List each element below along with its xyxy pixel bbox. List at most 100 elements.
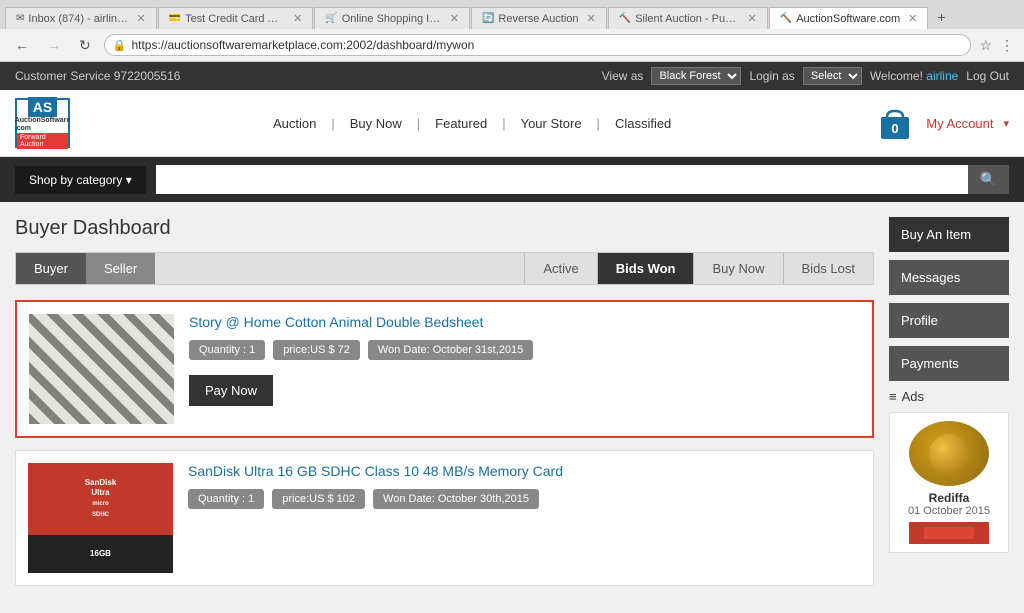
tab-buy-now[interactable]: Buy Now bbox=[693, 253, 782, 284]
tab-close-1[interactable]: ✕ bbox=[136, 12, 145, 25]
product-badges-2: Quantity : 1 price:US $ 102 Won Date: Oc… bbox=[188, 489, 861, 509]
product-info-2: SanDisk Ultra 16 GB SDHC Class 10 48 MB/… bbox=[188, 463, 861, 519]
logout-link[interactable]: Log Out bbox=[966, 69, 1009, 83]
tab-label-3: Online Shopping India ... bbox=[342, 13, 442, 25]
tab-close-3[interactable]: ✕ bbox=[450, 12, 459, 25]
browser-tab-1[interactable]: ✉ Inbox (874) - airlinenathi... ✕ bbox=[5, 7, 157, 29]
search-input[interactable] bbox=[156, 165, 968, 194]
tab-favicon-3: 🛒 bbox=[325, 13, 337, 24]
tab-label-6: AuctionSoftware.com bbox=[796, 13, 900, 25]
cart-svg: 0 bbox=[879, 105, 911, 141]
browser-tab-2[interactable]: 💳 Test Credit Card Accou... ✕ bbox=[158, 7, 314, 29]
messages-button[interactable]: Messages bbox=[889, 260, 1009, 295]
refresh-button[interactable]: ↻ bbox=[74, 35, 96, 56]
tab-favicon-4: 🔄 bbox=[482, 13, 494, 24]
view-as-select[interactable]: Black Forest bbox=[651, 67, 741, 85]
product-card-1: Story @ Home Cotton Animal Double Bedshe… bbox=[15, 300, 874, 438]
product-title-1[interactable]: Story @ Home Cotton Animal Double Bedshe… bbox=[189, 314, 860, 330]
hamburger-icon: ≡ bbox=[889, 389, 897, 404]
nav-buy-now[interactable]: Buy Now bbox=[350, 116, 402, 131]
tab-close-2[interactable]: ✕ bbox=[293, 12, 302, 25]
customer-service: Customer Service 9722005516 bbox=[15, 69, 180, 83]
tabs-bar: Buyer Seller Active Bids Won Buy Now Bid… bbox=[15, 252, 874, 285]
product-badges-1: Quantity : 1 price:US $ 72 Won Date: Oct… bbox=[189, 340, 860, 360]
nav-featured[interactable]: Featured bbox=[435, 116, 487, 131]
svg-text:0: 0 bbox=[892, 121, 899, 136]
view-as-label: View as bbox=[602, 69, 644, 83]
nav-classified[interactable]: Classified bbox=[615, 116, 671, 131]
bookmark-icon[interactable]: ☆ bbox=[979, 37, 992, 54]
tab-label-5: Silent Auction - Purchase Hi... bbox=[635, 13, 739, 25]
ads-section: ≡ Ads Rediffa 01 October 2015 bbox=[889, 389, 1009, 553]
search-submit-button[interactable]: 🔍 bbox=[968, 165, 1009, 194]
product-card-2: SanDiskUltra microSDHC 16GB SanDisk Ultr… bbox=[15, 450, 874, 586]
payments-button[interactable]: Payments bbox=[889, 346, 1009, 381]
tab-bids-lost[interactable]: Bids Lost bbox=[783, 253, 873, 284]
browser-tabs: ✉ Inbox (874) - airlinenathi... ✕ 💳 Test… bbox=[0, 0, 1024, 29]
logo-icon: AS bbox=[28, 97, 57, 117]
browser-tab-4[interactable]: 🔄 Reverse Auction ✕ bbox=[471, 7, 607, 29]
tab-close-5[interactable]: ✕ bbox=[748, 12, 757, 25]
tab-label-1: Inbox (874) - airlinenathi... bbox=[28, 13, 128, 25]
ads-card: Rediffa 01 October 2015 bbox=[889, 412, 1009, 553]
browser-tab-6[interactable]: 🔨 AuctionSoftware.com ✕ bbox=[769, 7, 929, 29]
ads-item-date: 01 October 2015 bbox=[898, 505, 1000, 517]
ads-text: Ads bbox=[902, 389, 924, 404]
main-nav: Auction| Buy Now| Featured| Your Store| … bbox=[273, 116, 671, 131]
my-account-button[interactable]: My Account bbox=[926, 116, 993, 131]
customer-service-label: Customer Service bbox=[15, 69, 110, 83]
buy-an-item-button[interactable]: Buy An Item bbox=[889, 217, 1009, 252]
login-as-select[interactable]: Select bbox=[803, 67, 862, 85]
tab-active[interactable]: Active bbox=[524, 253, 596, 284]
product-image-1 bbox=[29, 314, 174, 424]
shop-category-label: Shop by category bbox=[29, 173, 122, 187]
ads-image bbox=[909, 421, 989, 486]
tab-label-4: Reverse Auction bbox=[498, 13, 578, 25]
left-panel: Buyer Dashboard Buyer Seller Active Bids… bbox=[15, 217, 874, 598]
login-as-label: Login as bbox=[749, 69, 794, 83]
tab-buyer[interactable]: Buyer bbox=[16, 253, 86, 284]
browser-tab-3[interactable]: 🛒 Online Shopping India ... ✕ bbox=[314, 7, 470, 29]
tab-seller[interactable]: Seller bbox=[86, 253, 155, 284]
tab-favicon-6: 🔨 bbox=[780, 13, 792, 24]
browser-chrome: ✉ Inbox (874) - airlinenathi... ✕ 💳 Test… bbox=[0, 0, 1024, 62]
quantity-badge-2: Quantity : 1 bbox=[188, 489, 264, 509]
welcome-text: Welcome! airline bbox=[870, 69, 958, 83]
username: airline bbox=[926, 69, 958, 83]
account-dropdown-icon[interactable]: ▾ bbox=[1003, 117, 1009, 130]
address-bar[interactable]: 🔒 https://auctionsoftwaremarketplace.com… bbox=[104, 34, 972, 56]
nav-auction[interactable]: Auction bbox=[273, 116, 316, 131]
new-tab-button[interactable]: + bbox=[929, 5, 953, 29]
settings-icon[interactable]: ⋮ bbox=[1000, 37, 1014, 54]
top-bar-right: View as Black Forest Login as Select Wel… bbox=[602, 67, 1009, 85]
right-panel: Buy An Item Messages Profile Payments ≡ … bbox=[889, 217, 1009, 598]
pay-now-button-1[interactable]: Pay Now bbox=[189, 375, 273, 406]
back-button[interactable]: ← bbox=[10, 35, 34, 55]
nav-your-store[interactable]: Your Store bbox=[521, 116, 582, 131]
browser-toolbar: ← → ↻ 🔒 https://auctionsoftwaremarketpla… bbox=[0, 29, 1024, 61]
tab-close-4[interactable]: ✕ bbox=[587, 12, 596, 25]
cart-area: 0 My Account ▾ bbox=[874, 99, 1009, 147]
customer-service-phone: 9722005516 bbox=[114, 69, 181, 83]
profile-button[interactable]: Profile bbox=[889, 303, 1009, 338]
product-image-2: SanDiskUltra microSDHC 16GB bbox=[28, 463, 173, 573]
product-title-2[interactable]: SanDisk Ultra 16 GB SDHC Class 10 48 MB/… bbox=[188, 463, 861, 479]
tab-label-2: Test Credit Card Accou... bbox=[185, 13, 285, 25]
ads-label: ≡ Ads bbox=[889, 389, 1009, 404]
cart-button[interactable]: 0 bbox=[874, 99, 916, 147]
ads-item-name: Rediffa bbox=[898, 491, 1000, 505]
search-input-wrap: 🔍 bbox=[156, 165, 1009, 194]
brand-name-logo: AuctionSoftware.com bbox=[15, 117, 71, 132]
price-badge-2: price:US $ 102 bbox=[272, 489, 365, 509]
won-date-badge-2: Won Date: October 30th,2015 bbox=[373, 489, 539, 509]
tab-favicon-1: ✉ bbox=[16, 13, 24, 24]
tab-bids-won[interactable]: Bids Won bbox=[597, 253, 694, 284]
forward-button[interactable]: → bbox=[42, 35, 66, 55]
lock-icon: 🔒 bbox=[113, 39, 127, 52]
tab-right: Active Bids Won Buy Now Bids Lost bbox=[524, 253, 873, 284]
url-text: https://auctionsoftwaremarketplace.com:2… bbox=[131, 38, 474, 52]
shop-category-button[interactable]: Shop by category ▾ bbox=[15, 166, 146, 194]
tab-close-6[interactable]: ✕ bbox=[908, 12, 917, 25]
forward-auction-badge: Forward Auction bbox=[17, 133, 68, 149]
browser-tab-5[interactable]: 🔨 Silent Auction - Purchase Hi... ✕ bbox=[608, 7, 768, 29]
